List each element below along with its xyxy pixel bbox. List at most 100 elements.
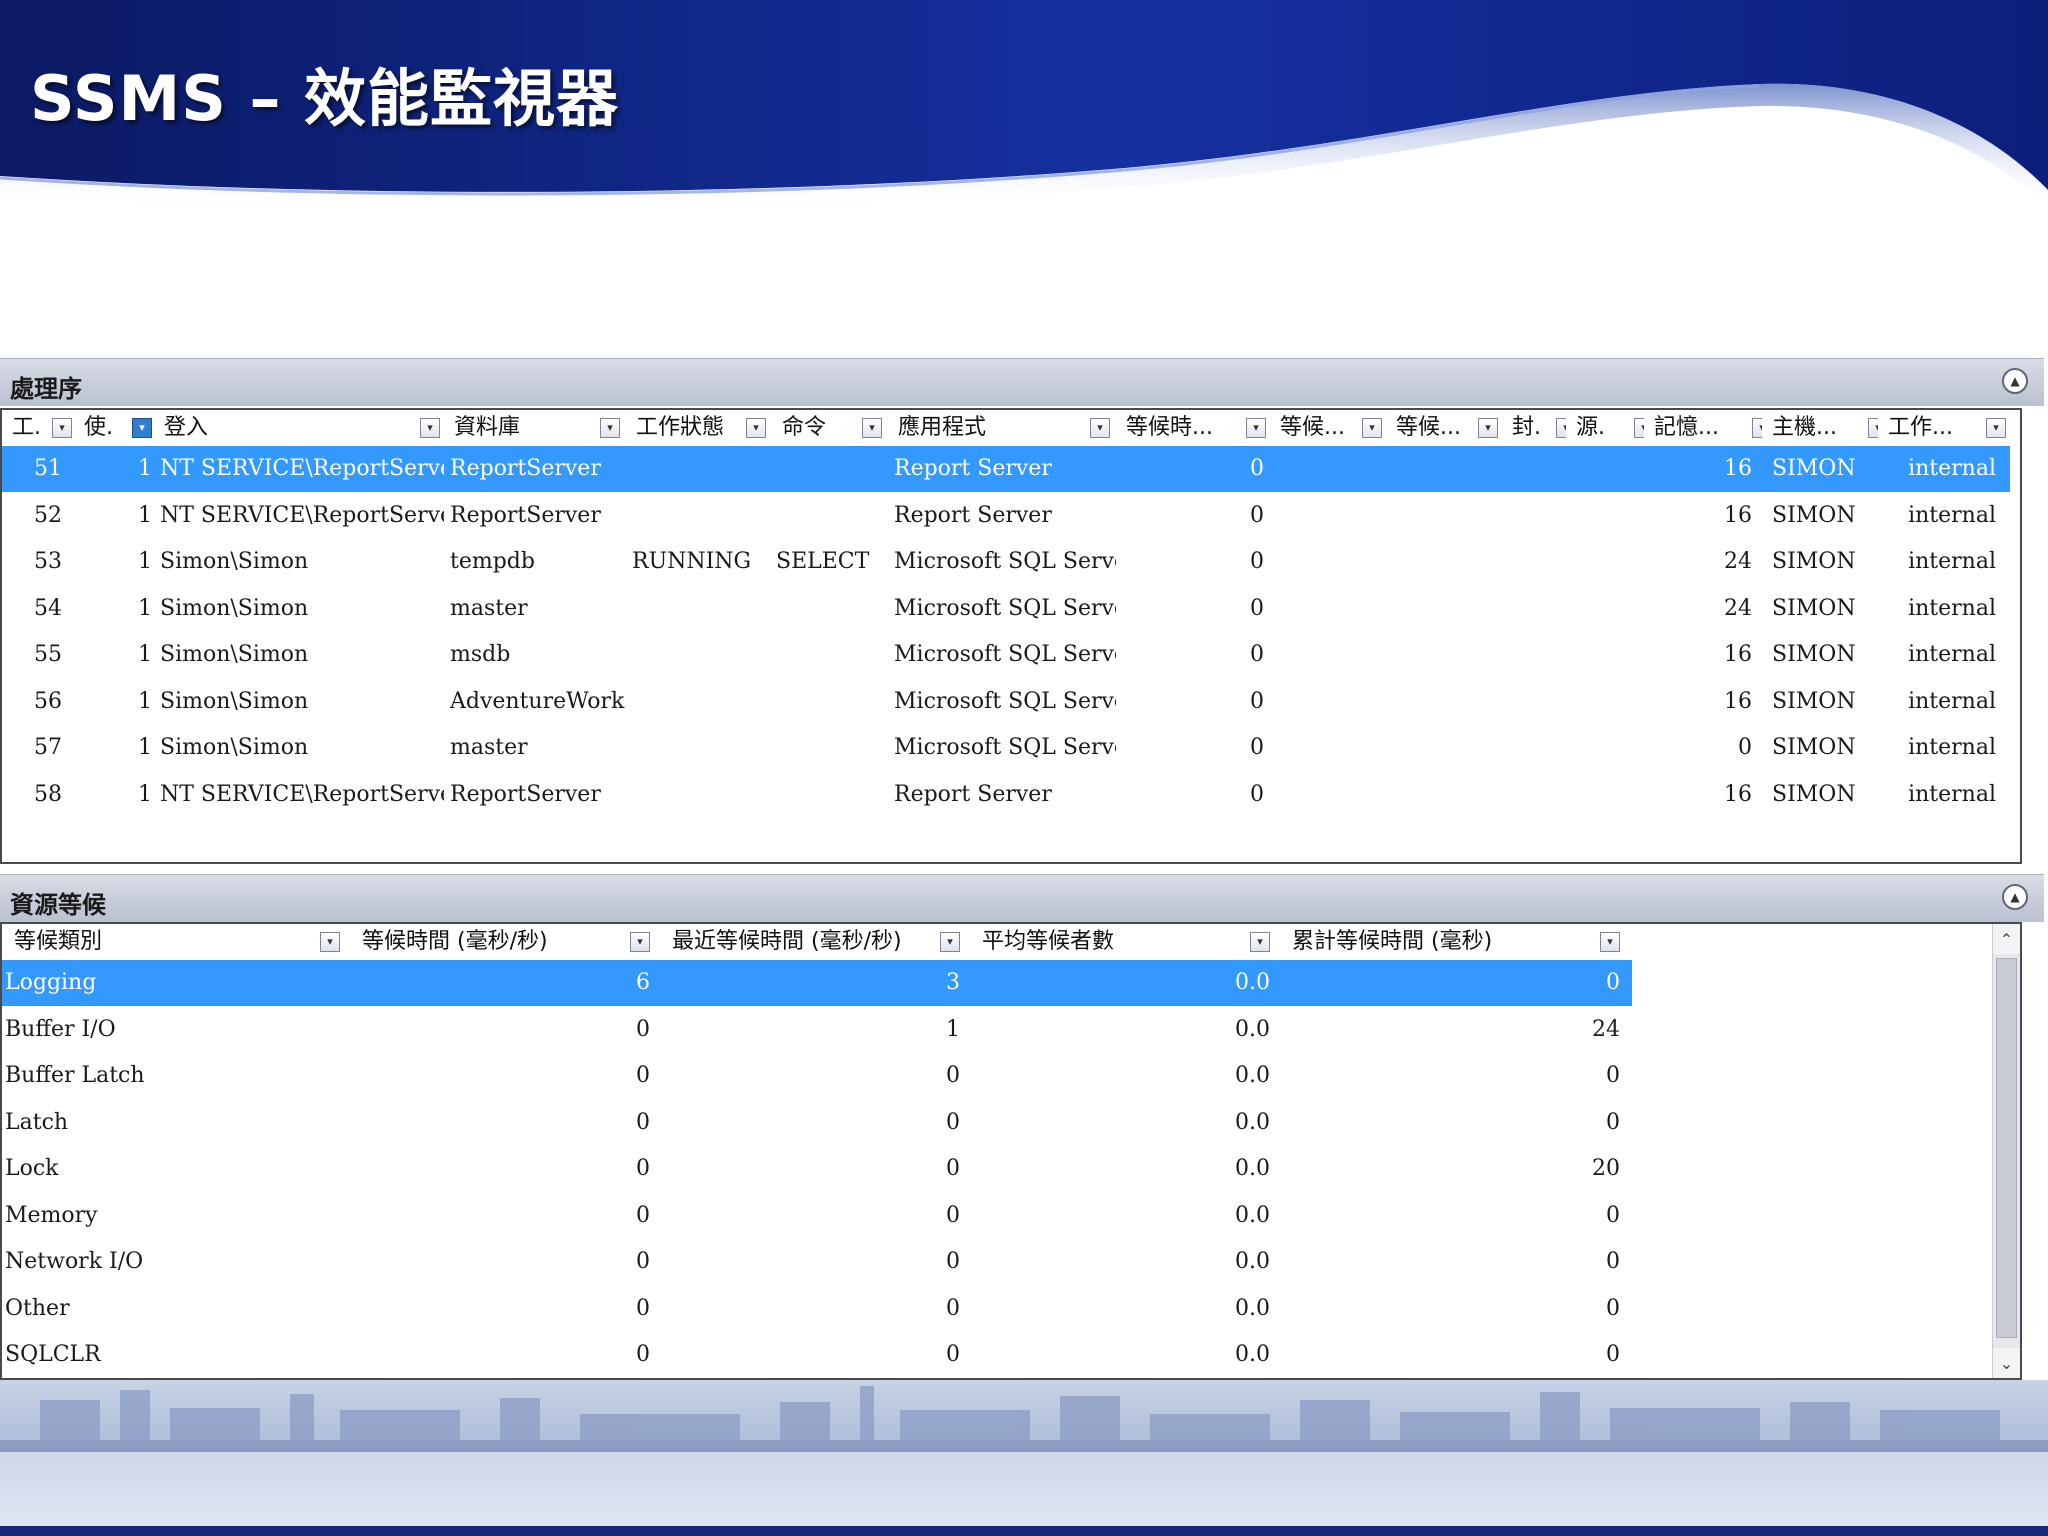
column-header[interactable]: 資料庫 ▾ [444, 410, 626, 446]
collapse-up-icon[interactable]: ▲ [2002, 368, 2028, 394]
table-row[interactable]: Network I/O 0 0 0.0 0 [2, 1239, 1632, 1285]
filter-dropdown-icon[interactable]: ▾ [1556, 418, 1566, 438]
cell-wait: 0 [1250, 456, 1264, 481]
column-header[interactable]: 工作... ▾ [1878, 410, 2010, 446]
filter-dropdown-icon[interactable]: ▾ [1362, 418, 1382, 438]
waits-grid[interactable]: 等候類別 ▾ 等候時間 (毫秒/秒) ▾ 最近等候時間 (毫秒/秒) ▾ 平均等候者數 ▾ 累計… [0, 922, 2022, 1380]
table-row[interactable]: SQLCLR 0 0 0.0 0 [2, 1332, 1632, 1378]
filter-dropdown-icon[interactable]: ▾ [940, 932, 960, 952]
cell-mem: 16 [1724, 502, 1752, 528]
column-header[interactable]: 記憶... ▾ [1644, 410, 1762, 446]
column-header-label: 累計等候時間 (毫秒) [1292, 929, 1493, 954]
chevron-down-icon[interactable]: ⌄ [1993, 1348, 2020, 1378]
cell-category: Lock [5, 1156, 59, 1181]
footer-harbor-image [0, 1380, 2048, 1536]
processes-panel-header[interactable]: 處理序 ▲ [0, 358, 2044, 406]
table-row[interactable]: Lock 0 0 0.0 20 [2, 1146, 1632, 1192]
cell-login: NT SERVICE\ReportServer [160, 781, 444, 807]
cell-host: SIMON [1772, 642, 1856, 667]
filter-dropdown-icon[interactable]: ▾ [52, 418, 72, 438]
table-row[interactable]: 57 1 Simon\Simon master Microsoft SQL Server… [2, 725, 2020, 771]
processes-grid[interactable]: 工. ▾ 使. ▾ 登入 ▾ 資料庫 ▾ 工作狀態 ▾ 命令 ▾ 應用程式 ▾ 等候時... ▾ 等候... ▾ 等… [0, 408, 2022, 864]
cell-wait: 0 [1250, 735, 1264, 760]
table-row[interactable]: Other 0 0 0.0 0 [2, 1286, 1632, 1332]
column-header[interactable]: 應用程式 ▾ [888, 410, 1116, 446]
column-header[interactable]: 登入 ▾ [154, 410, 444, 446]
table-row[interactable]: 54 1 Simon\Simon master Microsoft SQL Server… [2, 586, 2020, 632]
column-header[interactable]: 等候... ▾ [1386, 410, 1502, 446]
column-header[interactable]: 最近等候時間 (毫秒/秒) ▾ [660, 924, 970, 960]
filter-dropdown-icon[interactable]: ▾ [746, 418, 766, 438]
filter-dropdown-icon[interactable]: ▾ [1986, 418, 2006, 438]
filter-dropdown-icon[interactable]: ▾ [1868, 418, 1878, 438]
scrollbar-thumb[interactable] [1996, 958, 2017, 1338]
column-header[interactable]: 累計等候時間 (毫秒) ▾ [1280, 924, 1630, 960]
column-header-label: 源. [1576, 415, 1605, 440]
table-row[interactable]: Latch 0 0 0.0 0 [2, 1100, 1632, 1146]
cell-id: 51 [34, 456, 62, 481]
waits-scrollbar[interactable]: ⌃ ⌄ [1992, 924, 2020, 1378]
filter-dropdown-icon[interactable]: ▾ [320, 932, 340, 952]
cell-user: 1 [138, 781, 152, 807]
cell-wait: 0 [636, 1063, 650, 1088]
filter-dropdown-icon[interactable]: ▾ [1634, 418, 1644, 438]
table-row[interactable]: Logging 6 3 0.0 0 [2, 960, 1632, 1006]
table-row[interactable]: 53 1 Simon\Simon tempdb RUNNING SELECT Microso… [2, 539, 2020, 585]
filter-dropdown-icon[interactable]: ▾ [1478, 418, 1498, 438]
column-header-label: 工作... [1888, 415, 1953, 440]
filter-dropdown-icon[interactable]: ▾ [1250, 932, 1270, 952]
column-header[interactable]: 工. ▾ [2, 410, 74, 446]
filter-dropdown-icon[interactable]: ▾ [420, 418, 440, 438]
cell-wait: 0 [1250, 688, 1264, 714]
table-row[interactable]: 52 1 NT SERVICE\ReportServer ReportServer Re… [2, 493, 2020, 539]
cell-wait: 0 [636, 1342, 650, 1367]
column-header[interactable]: 等候類別 ▾ [2, 924, 350, 960]
filter-dropdown-icon[interactable]: ▾ [132, 418, 152, 438]
cell-mem: 24 [1724, 549, 1752, 574]
column-header-label: 等候... [1280, 415, 1345, 440]
filter-dropdown-icon[interactable]: ▾ [1246, 418, 1266, 438]
table-row[interactable]: 58 1 NT SERVICE\ReportServer ReportServer Re… [2, 772, 2020, 818]
column-header[interactable]: 工作狀態 ▾ [626, 410, 772, 446]
column-header[interactable]: 命令 ▾ [772, 410, 888, 446]
table-row[interactable]: 51 1 NT SERVICE\ReportServer ReportServer Re… [2, 446, 2010, 492]
filter-dropdown-icon[interactable]: ▾ [1600, 932, 1620, 952]
cell-mem: 16 [1724, 781, 1752, 807]
filter-dropdown-icon[interactable]: ▾ [600, 418, 620, 438]
collapse-up-icon[interactable]: ▲ [2002, 884, 2028, 910]
waits-panel-header[interactable]: 資源等候 ▲ [0, 874, 2044, 922]
cell-user: 1 [138, 549, 152, 574]
column-header[interactable]: 使. ▾ [74, 410, 154, 446]
column-header[interactable]: 等候時間 (毫秒/秒) ▾ [350, 924, 660, 960]
column-header[interactable]: 封. ▾ [1502, 410, 1566, 446]
filter-dropdown-icon[interactable]: ▾ [1752, 418, 1762, 438]
table-row[interactable]: Buffer Latch 0 0 0.0 0 [2, 1053, 1632, 1099]
cell-mem: 16 [1724, 642, 1752, 667]
cell-wait: 0 [1250, 595, 1264, 621]
cell-cmd [776, 586, 888, 632]
cell-db: AdventureWork... [450, 688, 626, 714]
column-header[interactable]: 平均等候者數 ▾ [970, 924, 1280, 960]
filter-dropdown-icon[interactable]: ▾ [862, 418, 882, 438]
column-header[interactable]: 主機... ▾ [1762, 410, 1878, 446]
cell-cumulative: 0 [1606, 1342, 1620, 1367]
cell-recent: 3 [946, 970, 960, 995]
column-header-label: 使. [84, 415, 113, 440]
column-header[interactable]: 源. ▾ [1566, 410, 1644, 446]
column-header-label: 等候時間 (毫秒/秒) [362, 929, 548, 954]
cell-avg: 0.0 [1235, 1109, 1270, 1135]
filter-dropdown-icon[interactable]: ▾ [1090, 418, 1110, 438]
column-header[interactable]: 等候時... ▾ [1116, 410, 1270, 446]
cell-wait: 0 [636, 1109, 650, 1135]
chevron-up-icon[interactable]: ⌃ [1993, 924, 2020, 954]
filter-dropdown-icon[interactable]: ▾ [630, 932, 650, 952]
table-row[interactable]: Buffer I/O 0 1 0.0 24 [2, 1007, 1632, 1053]
table-row[interactable]: 55 1 Simon\Simon msdb Microsoft SQL Server..… [2, 632, 2020, 678]
column-header[interactable]: 等候... ▾ [1270, 410, 1386, 446]
cell-id: 57 [34, 735, 62, 760]
cell-avg: 0.0 [1235, 1342, 1270, 1367]
table-row[interactable]: Memory 0 0 0.0 0 [2, 1193, 1632, 1239]
cell-db: master [450, 595, 528, 621]
table-row[interactable]: 56 1 Simon\Simon AdventureWork... Microsoft … [2, 679, 2020, 725]
cell-wait: 0 [636, 1016, 650, 1042]
